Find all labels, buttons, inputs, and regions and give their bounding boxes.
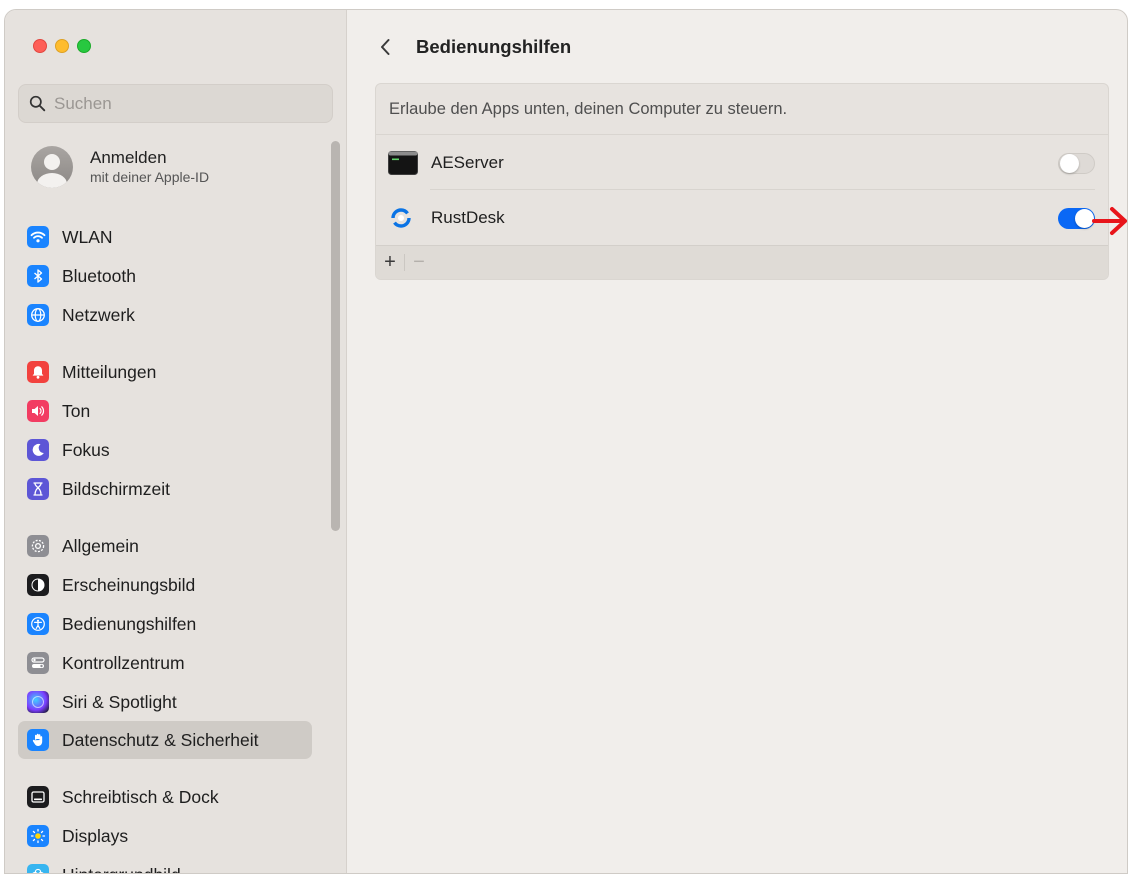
rustdesk-icon (391, 207, 411, 228)
main-content: Bedienungshilfen Erlaube den Apps unten,… (347, 10, 1127, 873)
sidebar-item-label: Bildschirmzeit (62, 478, 170, 499)
sidebar-item-bedienungshilfen[interactable]: Bedienungshilfen (18, 605, 312, 643)
window-controls (33, 39, 91, 53)
dock-icon (27, 786, 49, 808)
sidebar-item-fokus[interactable]: Fokus (18, 431, 312, 469)
sidebar-item-label: Allgemein (62, 535, 139, 556)
speaker-icon (27, 400, 49, 422)
sidebar-item-label: Kontrollzentrum (62, 652, 185, 673)
sidebar-item-bildschirmzeit[interactable]: Bildschirmzeit (18, 470, 312, 508)
sidebar-item-mitteilungen[interactable]: Mitteilungen (18, 353, 312, 391)
sidebar-item-ton[interactable]: Ton (18, 392, 312, 430)
settings-window: Anmelden mit deiner Apple-ID WLAN Blueto… (4, 9, 1128, 874)
app-permissions-panel: Erlaube den Apps unten, deinen Computer … (375, 83, 1109, 280)
sidebar-item-allgemein[interactable]: Allgemein (18, 527, 312, 565)
avatar (31, 146, 73, 188)
sidebar-item-label: Displays (62, 825, 129, 846)
app-row-aeserver: AEServer (376, 135, 1108, 190)
account-subtitle: mit deiner Apple-ID (90, 169, 210, 185)
bluetooth-icon (27, 265, 49, 287)
back-chevron-icon[interactable] (375, 36, 397, 58)
minimize-button[interactable] (55, 39, 69, 53)
gear-icon (27, 535, 49, 557)
sidebar-item-label: Datenschutz & Sicherheit (62, 729, 259, 750)
sidebar-item-label: Hintergrundbild (62, 865, 181, 874)
add-app-button[interactable]: + (376, 246, 404, 279)
bell-icon (27, 361, 49, 383)
sidebar-item-label: Bluetooth (62, 265, 136, 286)
zoom-button[interactable] (77, 39, 91, 53)
sidebar-item-siri-spotlight[interactable]: Siri & Spotlight (18, 683, 312, 721)
sidebar-item-label: WLAN (62, 226, 113, 247)
sidebar-item-bluetooth[interactable]: Bluetooth (18, 257, 312, 295)
annotation-arrow-icon (1092, 207, 1127, 235)
sun-icon (27, 825, 49, 847)
flower-icon (27, 864, 49, 873)
apple-id-signin[interactable]: Anmelden mit deiner Apple-ID (31, 146, 209, 188)
sidebar-item-label: Fokus (62, 439, 110, 460)
wifi-icon (27, 226, 49, 248)
app-row-rustdesk: RustDesk (376, 190, 1108, 245)
globe-icon (27, 304, 49, 326)
moon-icon (27, 439, 49, 461)
appearance-icon (27, 574, 49, 596)
sidebar-item-wlan[interactable]: WLAN (18, 218, 312, 256)
search-icon (29, 95, 46, 112)
sidebar-item-netzwerk[interactable]: Netzwerk (18, 296, 312, 334)
hourglass-icon (27, 478, 49, 500)
app-name: AEServer (431, 152, 504, 172)
search-input[interactable] (52, 92, 326, 115)
siri-icon (27, 691, 49, 713)
sidebar-item-erscheinungsbild[interactable]: Erscheinungsbild (18, 566, 312, 604)
control-center-icon (27, 652, 49, 674)
close-button[interactable] (33, 39, 47, 53)
search-field[interactable] (18, 84, 333, 123)
sidebar-scrollbar[interactable] (331, 141, 340, 531)
rustdesk-toggle[interactable] (1058, 208, 1095, 229)
sidebar-item-label: Erscheinungsbild (62, 574, 196, 595)
page-title: Bedienungshilfen (416, 36, 572, 57)
sidebar-item-label: Ton (62, 400, 91, 421)
terminal-icon (388, 150, 418, 175)
sidebar-item-label: Schreibtisch & Dock (62, 786, 219, 807)
sidebar-item-label: Siri & Spotlight (62, 691, 177, 712)
aeserver-toggle[interactable] (1058, 153, 1095, 174)
sidebar-item-label: Mitteilungen (62, 361, 157, 382)
account-name: Anmelden (90, 148, 167, 167)
sidebar-item-displays[interactable]: Displays (18, 817, 312, 855)
sidebar-item-label: Bedienungshilfen (62, 613, 197, 634)
panel-footer: + − (376, 245, 1108, 279)
panel-description: Erlaube den Apps unten, deinen Computer … (376, 84, 1108, 135)
accessibility-icon (27, 613, 49, 635)
app-name: RustDesk (431, 207, 505, 227)
sidebar-item-hintergrundbild[interactable]: Hintergrundbild (18, 856, 312, 874)
hand-icon (27, 729, 49, 751)
sidebar: Anmelden mit deiner Apple-ID WLAN Blueto… (5, 10, 347, 873)
sidebar-item-label: Netzwerk (62, 304, 135, 325)
sidebar-item-schreibtisch-dock[interactable]: Schreibtisch & Dock (18, 778, 312, 816)
sidebar-item-datenschutz[interactable]: Datenschutz & Sicherheit (18, 721, 312, 759)
remove-app-button[interactable]: − (405, 246, 433, 279)
sidebar-item-kontrollzentrum[interactable]: Kontrollzentrum (18, 644, 312, 682)
